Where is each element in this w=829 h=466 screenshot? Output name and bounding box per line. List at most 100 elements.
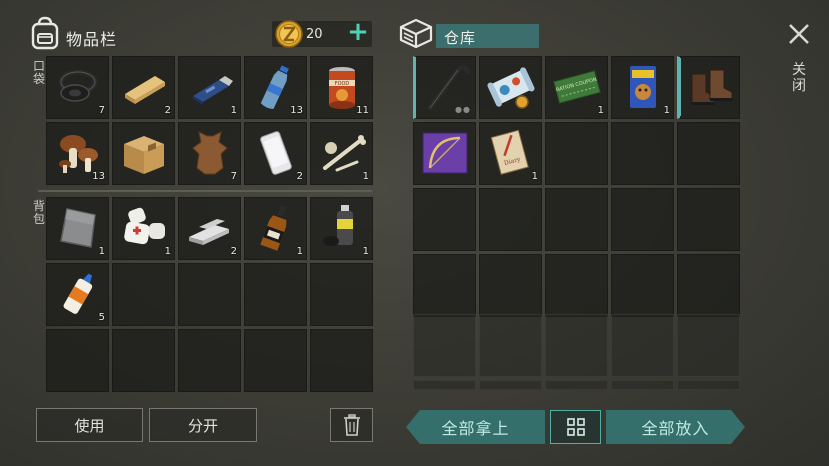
smartphone-icon (260, 131, 292, 175)
metal-plate-icon (60, 208, 96, 248)
grid-sort-icon (566, 418, 585, 436)
sort-button[interactable] (550, 410, 601, 444)
trash-icon (343, 414, 360, 436)
item-quantity: 1 (164, 246, 171, 257)
inventory-slot[interactable]: 7 (178, 122, 241, 185)
locked-slot (611, 314, 674, 377)
storage-title: 仓库 (444, 29, 477, 47)
bones-icon (323, 135, 366, 172)
item-quantity: 13 (290, 105, 303, 116)
locked-slot (611, 380, 674, 390)
item-quantity: 1 (597, 105, 604, 116)
map-scroll-icon (487, 67, 535, 109)
item-quantity: 1 (362, 171, 369, 182)
storage-slot[interactable] (413, 122, 476, 185)
inventory-slot-empty[interactable] (46, 329, 109, 392)
item-quantity: 7 (230, 171, 237, 182)
item-quantity: 1 (296, 246, 303, 257)
storage-slot[interactable]: RATION COUPON 1 (545, 56, 608, 119)
bandage-icon (124, 207, 165, 245)
storage-slot-empty[interactable] (611, 122, 674, 185)
item-quantity: 2 (164, 105, 171, 116)
item-quantity: 1 (230, 105, 237, 116)
inventory-slot[interactable]: 2 (244, 122, 307, 185)
inventory-slot[interactable]: 1 (178, 56, 241, 119)
storage-slot-empty[interactable] (479, 188, 542, 251)
close-icon[interactable] (785, 20, 813, 48)
inventory-slot[interactable]: 2 (178, 197, 241, 260)
locked-slot (413, 380, 476, 390)
inventory-slot[interactable]: 1 (310, 122, 373, 185)
storage-slot-empty[interactable] (677, 122, 740, 185)
dog-food-icon (630, 66, 656, 108)
inventory-slot-empty[interactable] (112, 329, 175, 392)
use-button[interactable]: 使用 (36, 408, 143, 442)
pocket-label: 口袋 (32, 59, 45, 86)
put-all-button[interactable]: 全部放入 (606, 410, 745, 444)
inventory-slot-empty[interactable] (310, 329, 373, 392)
inventory-slot-empty[interactable] (178, 329, 241, 392)
inventory-slot[interactable]: 1 (244, 197, 307, 260)
storage-slot[interactable]: Diary 1 (479, 122, 542, 185)
storage-scrollbar[interactable] (678, 58, 681, 116)
storage-slot-empty[interactable] (611, 188, 674, 251)
inventory-slot[interactable]: 13 (244, 56, 307, 119)
storage-slot[interactable] (479, 56, 542, 119)
storage-slot-empty[interactable] (611, 254, 674, 317)
item-quantity: 2 (296, 171, 303, 182)
coin-icon (274, 19, 304, 49)
inventory-slot[interactable]: 2 (112, 56, 175, 119)
inventory-slot[interactable]: 5 (46, 263, 109, 326)
inventory-slot[interactable]: 13 (46, 122, 109, 185)
storage-slot[interactable]: 1 (611, 56, 674, 119)
backpack-grid: 1 1 2 1 1 5 (46, 197, 373, 392)
storage-locked-grid (413, 314, 740, 390)
storage-grid: ●● RATION COUPON 1 1 Diary 1 (413, 56, 740, 317)
add-coins-button[interactable]: + (346, 19, 370, 47)
coin-count: 20 (306, 27, 323, 42)
pocket-grid: 7 2 1 13 FOOD 11 13 7 2 1 (46, 56, 373, 185)
cardboard-box-icon (124, 136, 164, 174)
storage-box-icon (398, 18, 434, 49)
item-quantity: 1 (663, 105, 670, 116)
close-label[interactable]: 关闭 (791, 62, 807, 94)
storage-slot-empty[interactable] (479, 254, 542, 317)
inventory-slot[interactable] (112, 122, 175, 185)
inventory-slot[interactable]: 7 (46, 56, 109, 119)
trash-button[interactable] (330, 408, 373, 442)
storage-slot-empty[interactable] (677, 188, 740, 251)
diary-icon: Diary (490, 129, 529, 175)
spray-can-icon (323, 205, 353, 246)
whiskey-bottle-icon (260, 205, 287, 251)
inventory-slot-empty[interactable] (112, 263, 175, 326)
inventory-slot-empty[interactable] (178, 263, 241, 326)
storage-slot-empty[interactable] (413, 188, 476, 251)
inventory-slot[interactable]: 1 (46, 197, 109, 260)
inventory-slot-empty[interactable] (310, 263, 373, 326)
inventory-slot[interactable]: 1 (112, 197, 175, 260)
section-divider (38, 190, 372, 192)
bow-blueprint-icon (422, 132, 468, 174)
locked-slot (413, 314, 476, 377)
storage-slot[interactable]: ●● (413, 56, 476, 119)
storage-slot-empty[interactable] (545, 254, 608, 317)
take-all-button[interactable]: 全部拿上 (406, 410, 545, 444)
item-quantity: 5 (98, 312, 105, 323)
storage-slot-empty[interactable] (413, 254, 476, 317)
locked-slot (479, 314, 542, 377)
storage-slot[interactable] (677, 56, 740, 119)
item-quantity: 7 (98, 105, 105, 116)
item-quantity: 13 (92, 171, 105, 182)
inventory-slot-empty[interactable] (244, 329, 307, 392)
durability-dots-icon: ●● (455, 105, 471, 114)
storage-slot-empty[interactable] (545, 122, 608, 185)
inventory-title: 物品栏 (66, 30, 118, 49)
inventory-slot[interactable]: FOOD 11 (310, 56, 373, 119)
boots-icon (691, 69, 733, 105)
backpack-label: 背包 (32, 199, 45, 226)
storage-slot-empty[interactable] (545, 188, 608, 251)
storage-slot-empty[interactable] (677, 254, 740, 317)
inventory-slot[interactable]: 1 (310, 197, 373, 260)
inventory-slot-empty[interactable] (244, 263, 307, 326)
split-button[interactable]: 分开 (149, 408, 257, 442)
